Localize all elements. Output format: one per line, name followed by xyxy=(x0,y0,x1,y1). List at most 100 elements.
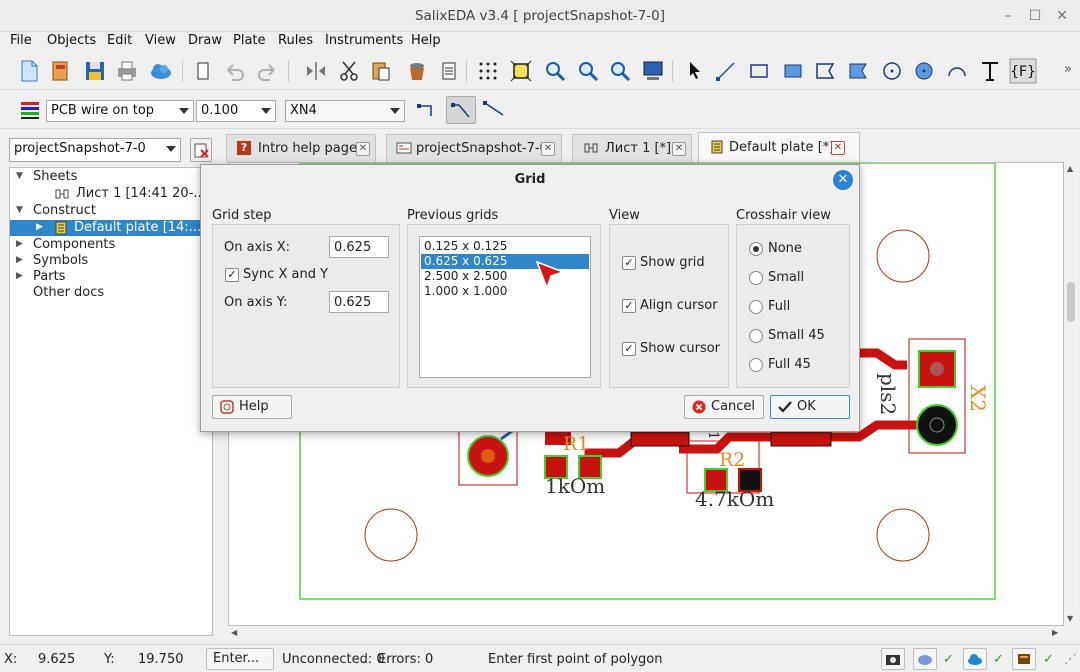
tree-item-sheets[interactable]: ▼ Sheets xyxy=(10,169,212,185)
layer-select[interactable]: PCB wire on top xyxy=(46,100,194,122)
cloud-icon[interactable] xyxy=(148,58,174,84)
cloud-sync-button[interactable] xyxy=(963,648,987,670)
close-tab-icon[interactable]: ✕ xyxy=(831,141,845,155)
wire-diagonal-button[interactable] xyxy=(446,96,476,124)
close-dialog-icon[interactable]: ✕ xyxy=(833,170,853,190)
delete-icon[interactable] xyxy=(404,58,430,84)
wire-direct-icon[interactable] xyxy=(482,98,506,122)
mirror-icon[interactable] xyxy=(303,58,329,84)
crosshair-none-radio[interactable] xyxy=(749,242,763,256)
undo-icon[interactable] xyxy=(222,58,248,84)
wire-width-select[interactable]: 0.100 xyxy=(196,100,276,122)
tab-default-plate[interactable]: Default plate [*] ✕ xyxy=(698,132,860,162)
align-cursor-checkbox[interactable]: ✓ xyxy=(622,299,636,313)
close-tab-icon[interactable]: ✕ xyxy=(672,142,686,156)
open-project-icon[interactable] xyxy=(48,58,74,84)
show-grid-checkbox[interactable]: ✓ xyxy=(622,256,636,270)
menu-help[interactable]: Help xyxy=(411,33,441,48)
save-icon[interactable] xyxy=(82,58,108,84)
tree-item-sheet-1[interactable]: Лист 1 [14:41 20-... xyxy=(10,186,212,202)
redo-icon[interactable] xyxy=(254,58,280,84)
paste-icon[interactable] xyxy=(368,58,394,84)
cancel-button[interactable]: Cancel xyxy=(684,395,764,419)
ok-button[interactable]: OK xyxy=(770,395,850,419)
axis-x-input[interactable]: 0.625 xyxy=(329,236,389,258)
scroll-left-icon[interactable]: ◀ xyxy=(231,628,237,637)
field-icon[interactable]: {F} xyxy=(1009,58,1037,84)
zoom-in-icon[interactable] xyxy=(542,58,568,84)
new-document-icon[interactable] xyxy=(16,58,42,84)
tree-item-construct[interactable]: ▼ Construct xyxy=(10,203,212,219)
net-select[interactable]: XN4 xyxy=(285,100,405,122)
help-button[interactable]: Help xyxy=(212,395,292,419)
wire-orthogonal-icon[interactable] xyxy=(416,98,440,122)
zoom-area-icon[interactable] xyxy=(607,58,633,84)
crosshair-full45-radio[interactable] xyxy=(749,358,763,372)
axis-y-input[interactable]: 0.625 xyxy=(329,291,389,313)
filled-rect-icon[interactable] xyxy=(780,58,806,84)
caret-right-icon[interactable]: ▶ xyxy=(16,271,23,281)
crosshair-small45-radio[interactable] xyxy=(749,329,763,343)
menu-view[interactable]: View xyxy=(145,33,176,48)
menu-plate[interactable]: Plate xyxy=(233,33,266,48)
tree-item-parts[interactable]: ▶ Parts xyxy=(10,269,212,285)
zoom-fit-icon[interactable] xyxy=(508,58,534,84)
tab-sheet-1[interactable]: Лист 1 [*] ✕ xyxy=(572,134,692,162)
camera-button[interactable] xyxy=(881,648,905,670)
filled-polygon-icon[interactable] xyxy=(845,58,871,84)
filled-circle-icon[interactable] xyxy=(911,58,937,84)
vertical-scroll-thumb[interactable] xyxy=(1067,282,1075,322)
tree-item-default-plate[interactable]: ▶ Default plate [14:... xyxy=(10,220,212,236)
list-item[interactable]: 0.125 x 0.125 xyxy=(421,239,589,254)
menu-rules[interactable]: Rules xyxy=(278,33,313,48)
horizontal-scrollbar[interactable]: ◀ ▶ xyxy=(228,626,1064,640)
scroll-up-icon[interactable]: ▲ xyxy=(1067,164,1073,173)
tree-item-symbols[interactable]: ▶ Symbols xyxy=(10,253,212,269)
draw-rect-icon[interactable] xyxy=(746,58,772,84)
menu-instruments[interactable]: Instruments xyxy=(325,33,403,48)
remote-button[interactable] xyxy=(913,648,937,670)
tree-item-other-docs[interactable]: Other docs xyxy=(10,285,212,301)
arc-icon[interactable] xyxy=(944,58,970,84)
close-window-button[interactable]: ✕ xyxy=(1052,6,1072,26)
cut-icon[interactable] xyxy=(336,58,362,84)
crosshair-full-radio[interactable] xyxy=(749,300,763,314)
zoom-out-icon[interactable] xyxy=(575,58,601,84)
layers-icon[interactable] xyxy=(19,99,41,121)
text-icon[interactable] xyxy=(977,58,1003,84)
crosshair-small-radio[interactable] xyxy=(749,271,763,285)
caret-right-icon[interactable]: ▶ xyxy=(16,239,23,249)
sync-xy-checkbox[interactable]: ✓ xyxy=(225,268,239,282)
caret-down-icon[interactable]: ▼ xyxy=(16,171,23,181)
close-tab-icon[interactable]: ✕ xyxy=(356,142,370,156)
grid-icon[interactable] xyxy=(475,58,501,84)
polygon-icon[interactable] xyxy=(812,58,838,84)
scroll-right-icon[interactable]: ▶ xyxy=(1052,628,1058,637)
caret-right-icon[interactable]: ▶ xyxy=(36,222,43,232)
draw-line-icon[interactable] xyxy=(713,58,739,84)
toolbar-overflow-icon[interactable]: » xyxy=(1064,62,1072,77)
tab-project-snapshot[interactable]: projectSnapshot-7-0 ✕ xyxy=(386,134,562,162)
menu-edit[interactable]: Edit xyxy=(107,33,132,48)
tree-item-components[interactable]: ▶ Components xyxy=(10,237,212,253)
new-page-icon[interactable] xyxy=(190,58,216,84)
scroll-down-icon[interactable]: ▼ xyxy=(1067,614,1073,623)
close-project-button[interactable] xyxy=(190,138,212,162)
vertical-scrollbar[interactable]: ▲ ▼ xyxy=(1064,162,1078,626)
show-cursor-checkbox[interactable]: ✓ xyxy=(622,342,636,356)
caret-right-icon[interactable]: ▶ xyxy=(16,255,23,265)
circle-icon[interactable] xyxy=(879,58,905,84)
library-button[interactable] xyxy=(1012,648,1036,670)
tab-intro-help[interactable]: ? Intro help page ✕ xyxy=(226,134,376,162)
enter-coordinates-button[interactable]: Enter... xyxy=(206,648,274,670)
menu-file[interactable]: File xyxy=(10,33,32,48)
properties-icon[interactable] xyxy=(436,58,462,84)
menu-draw[interactable]: Draw xyxy=(188,33,222,48)
caret-down-icon[interactable]: ▼ xyxy=(16,205,23,215)
minimize-button[interactable]: – xyxy=(998,6,1018,26)
maximize-button[interactable]: ☐ xyxy=(1025,6,1045,26)
print-icon[interactable] xyxy=(114,58,140,84)
select-pointer-icon[interactable] xyxy=(682,58,708,84)
project-select[interactable]: projectSnapshot-7-0 xyxy=(9,138,181,162)
monitor-icon[interactable] xyxy=(640,58,666,84)
